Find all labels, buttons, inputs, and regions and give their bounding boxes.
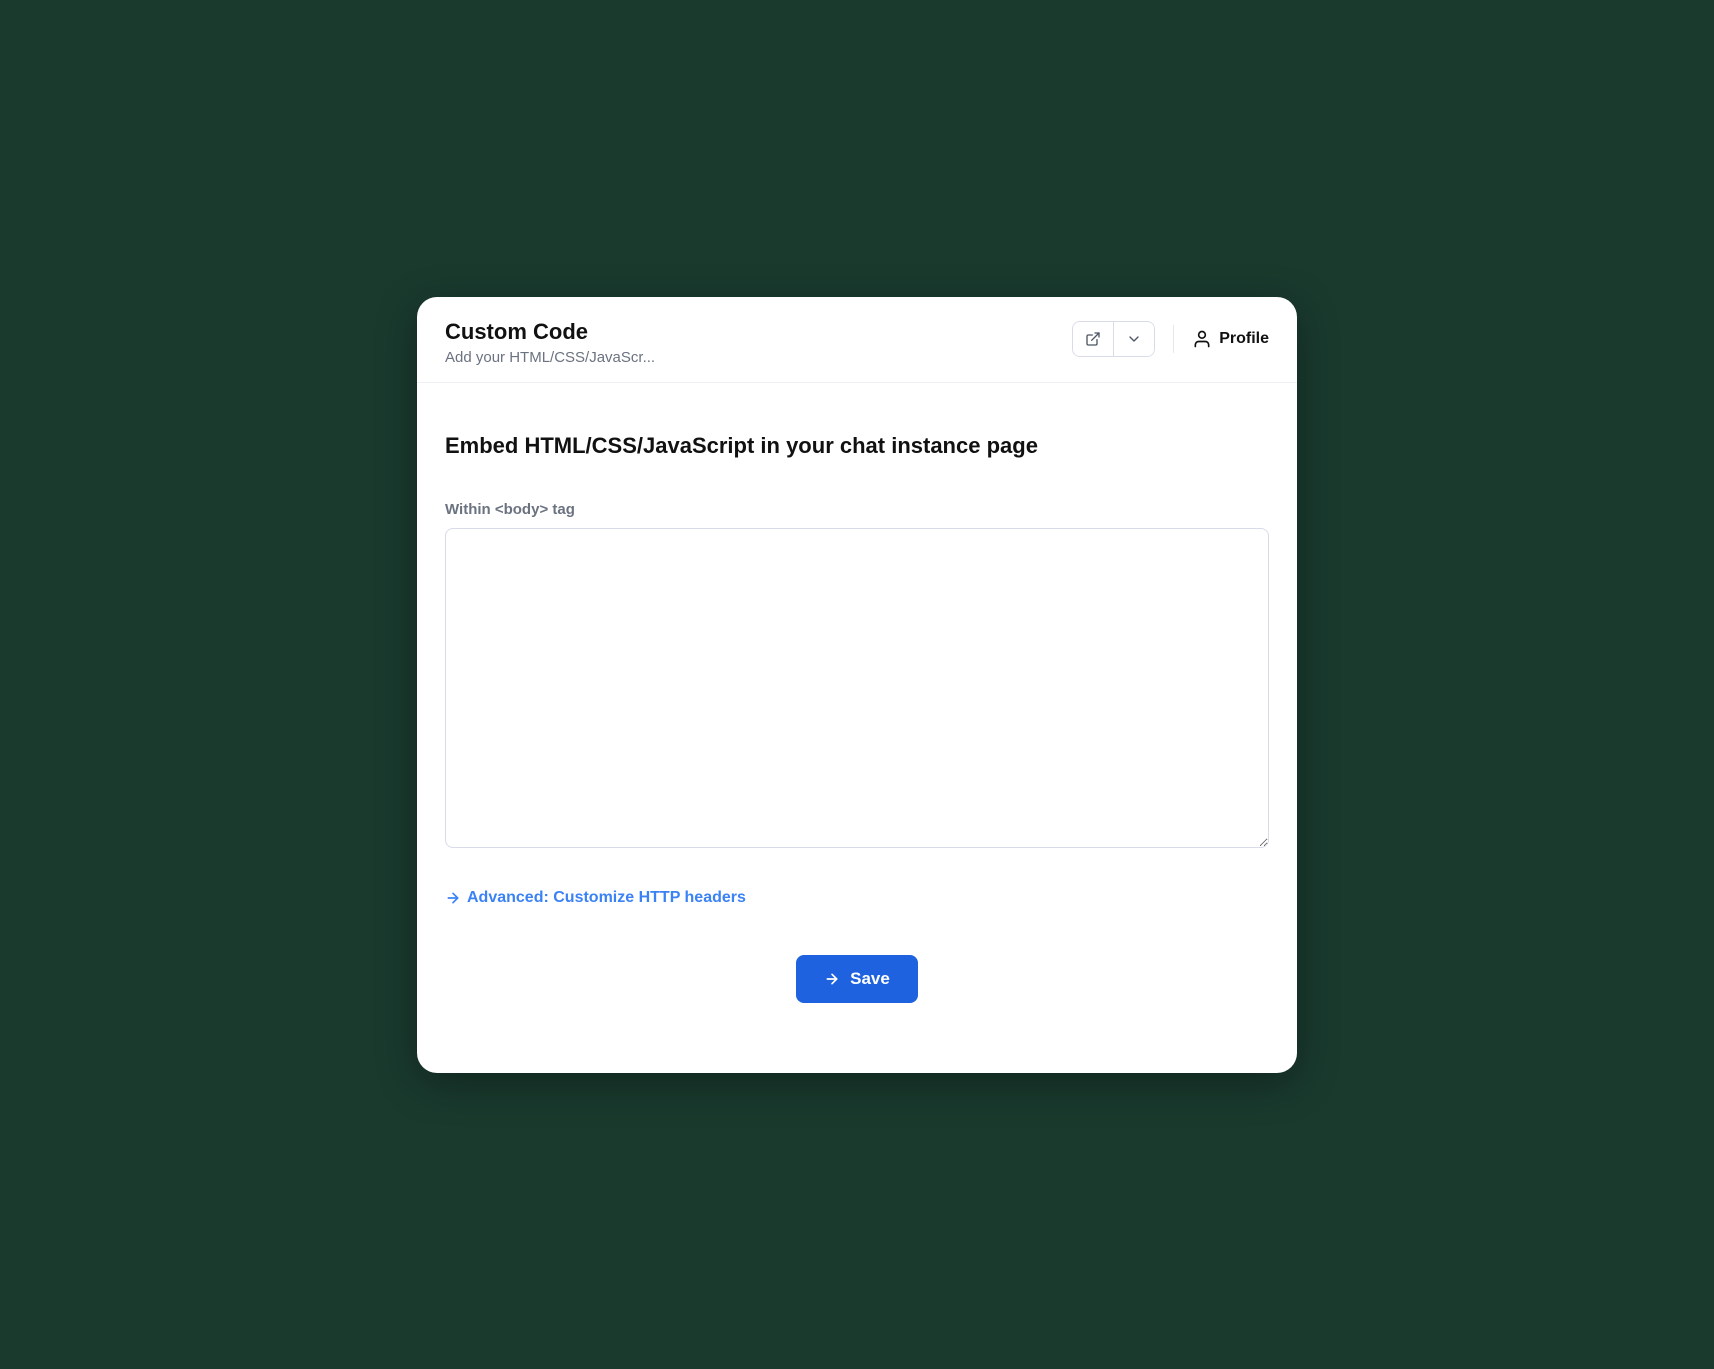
user-icon bbox=[1192, 329, 1212, 349]
profile-button[interactable]: Profile bbox=[1192, 329, 1269, 349]
header-dropdown-button[interactable] bbox=[1113, 322, 1154, 356]
settings-card: Custom Code Add your HTML/CSS/JavaScr... bbox=[417, 297, 1297, 1073]
chevron-down-icon bbox=[1126, 331, 1142, 347]
vertical-divider bbox=[1173, 325, 1174, 353]
advanced-link-label: Advanced: Customize HTTP headers bbox=[467, 889, 746, 907]
save-row: Save bbox=[445, 955, 1269, 1003]
save-button[interactable]: Save bbox=[796, 955, 918, 1003]
section-title: Embed HTML/CSS/JavaScript in your chat i… bbox=[445, 433, 1269, 459]
profile-label: Profile bbox=[1219, 330, 1269, 348]
arrow-right-icon bbox=[445, 890, 461, 906]
page-title: Custom Code bbox=[445, 319, 655, 345]
external-link-icon bbox=[1085, 331, 1101, 347]
header-action-group bbox=[1072, 321, 1155, 357]
body-code-textarea[interactable] bbox=[445, 528, 1269, 848]
header-left: Custom Code Add your HTML/CSS/JavaScr... bbox=[445, 319, 655, 366]
advanced-headers-link[interactable]: Advanced: Customize HTTP headers bbox=[445, 889, 1269, 907]
page-subtitle: Add your HTML/CSS/JavaScr... bbox=[445, 349, 655, 366]
header: Custom Code Add your HTML/CSS/JavaScr... bbox=[417, 297, 1297, 383]
body-tag-label: Within <body> tag bbox=[445, 501, 1269, 518]
save-button-label: Save bbox=[850, 969, 890, 989]
header-right: Profile bbox=[1072, 319, 1269, 357]
open-external-button[interactable] bbox=[1073, 322, 1113, 356]
content: Embed HTML/CSS/JavaScript in your chat i… bbox=[417, 383, 1297, 1073]
arrow-right-icon bbox=[824, 971, 840, 987]
